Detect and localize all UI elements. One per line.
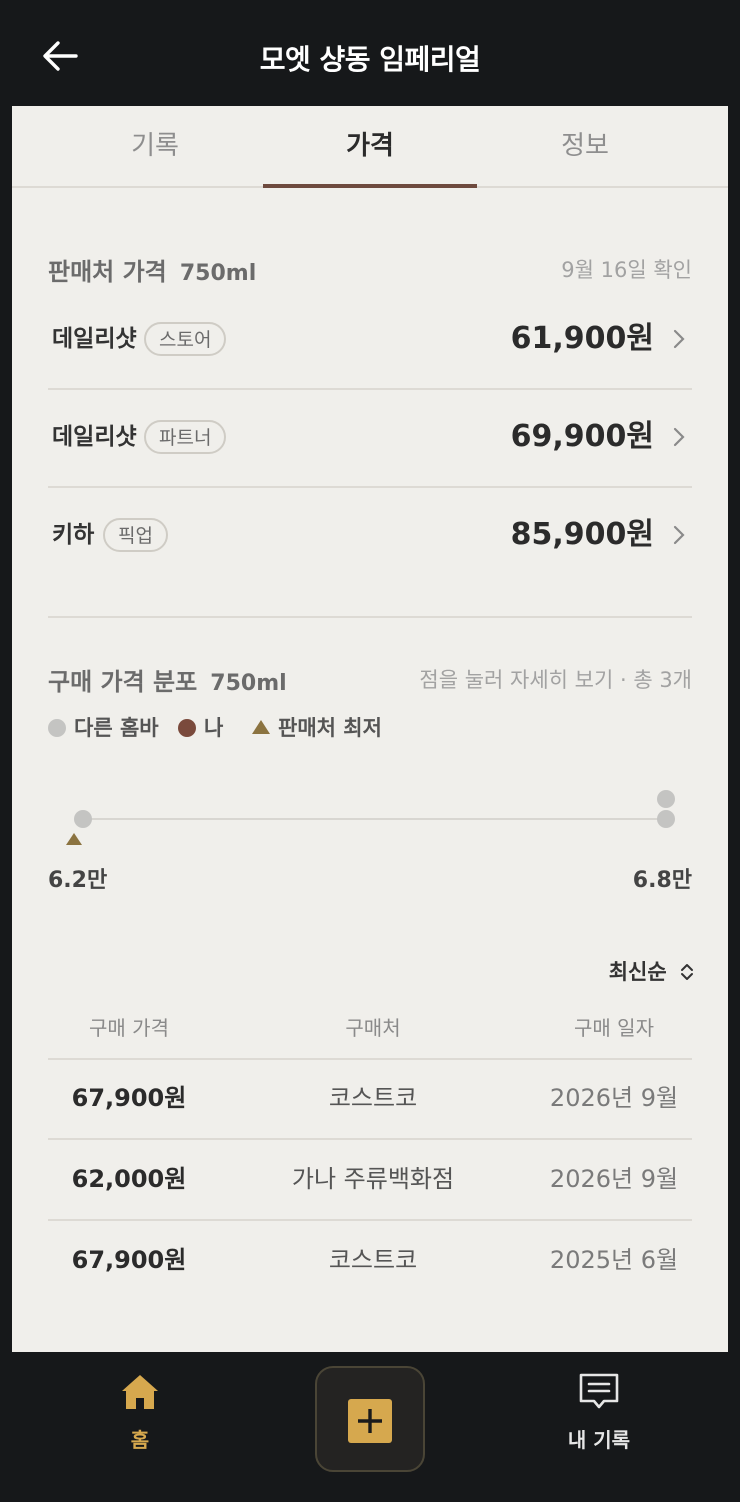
chevron-right-icon xyxy=(673,427,685,447)
seller-section-title: 판매처 가격 xyxy=(48,258,167,286)
nav-home-label: 홈 xyxy=(130,1428,150,1452)
section-divider xyxy=(48,616,692,618)
seller-row[interactable]: 데일리샷 스토어 61,900원 xyxy=(48,290,692,390)
price-checked-date: 9월 16일 확인 xyxy=(561,258,692,282)
main-content: 기록 가격 정보 판매처 가격 750ml 9월 16일 확인 데일리샷 스토어… xyxy=(12,106,728,1352)
tab-bar: 기록 가격 정보 xyxy=(12,106,728,188)
sort-toggle-icon xyxy=(681,964,693,980)
plus-icon xyxy=(348,1399,392,1443)
data-point[interactable] xyxy=(657,810,675,828)
purchase-place: 가나 주류백화점 xyxy=(291,1165,455,1193)
distribution-header: 구매 가격 분포 750ml 점을 눌러 자세히 보기 · 총 3개 xyxy=(48,662,692,697)
sort-button[interactable]: 최신순 xyxy=(609,956,694,986)
tab-info[interactable]: 정보 xyxy=(478,106,692,186)
seller-tag: 픽업 xyxy=(103,518,168,552)
purchase-date: 2026년 9월 xyxy=(549,1165,679,1193)
legend-label-me: 나 xyxy=(204,716,224,740)
col-header-place: 구매처 xyxy=(345,1016,401,1040)
add-record-button[interactable] xyxy=(315,1366,425,1472)
tab-records[interactable]: 기록 xyxy=(48,106,262,186)
nav-my-records-label: 내 기록 xyxy=(567,1428,631,1452)
purchase-price: 62,000원 xyxy=(71,1165,187,1193)
legend-label-others: 다른 홈바 xyxy=(74,716,159,740)
legend-label-lowest: 판매처 최저 xyxy=(278,716,382,740)
chevron-right-icon xyxy=(673,329,685,349)
table-row[interactable]: 67,900원 코스트코 2026년 9월 xyxy=(48,1058,692,1140)
distribution-volume: 750ml xyxy=(210,671,287,696)
bottom-navigation: 홈 내 기록 xyxy=(0,1352,740,1502)
seller-tag: 파트너 xyxy=(144,420,227,454)
data-point[interactable] xyxy=(74,810,92,828)
seller-name: 키하 xyxy=(52,522,95,548)
distribution-hint: 점을 눌러 자세히 보기 · 총 3개 xyxy=(419,668,692,692)
lowest-price-marker xyxy=(66,833,82,845)
purchase-date: 2026년 9월 xyxy=(549,1084,679,1112)
home-icon xyxy=(122,1375,158,1409)
triangle-icon xyxy=(252,720,270,734)
purchase-table-header: 구매 가격 구매처 구매 일자 xyxy=(48,998,692,1060)
legend-dot-others xyxy=(48,719,66,737)
seller-price: 69,900원 xyxy=(510,419,654,454)
col-header-price: 구매 가격 xyxy=(89,1016,169,1040)
purchase-date: 2025년 6월 xyxy=(549,1246,679,1274)
distribution-title: 구매 가격 분포 xyxy=(48,668,198,696)
col-header-date: 구매 일자 xyxy=(574,1016,654,1040)
seller-price-header: 판매처 가격 750ml 9월 16일 확인 xyxy=(48,252,692,287)
tab-price[interactable]: 가격 xyxy=(263,106,477,188)
axis-max-label: 6.8만 xyxy=(632,868,692,893)
legend-lowest: 판매처 최저 xyxy=(252,712,382,742)
message-list-icon xyxy=(579,1373,619,1409)
seller-price: 85,900원 xyxy=(510,517,654,552)
price-distribution-chart xyxy=(66,790,675,845)
purchase-place: 코스트코 xyxy=(328,1246,418,1274)
data-point[interactable] xyxy=(657,790,675,808)
table-row[interactable]: 62,000원 가나 주류백화점 2026년 9월 xyxy=(48,1139,692,1221)
seller-price: 61,900원 xyxy=(510,321,654,356)
seller-name: 데일리샷 xyxy=(52,326,137,352)
chevron-right-icon xyxy=(673,525,685,545)
axis-min-label: 6.2만 xyxy=(48,868,108,893)
nav-my-records[interactable]: 내 기록 xyxy=(509,1372,689,1453)
table-row[interactable]: 67,900원 코스트코 2025년 6월 xyxy=(48,1220,692,1300)
legend-me: 나 xyxy=(178,712,223,742)
page-title: 모엣 샹동 임페리얼 xyxy=(259,43,481,76)
seller-row[interactable]: 키하 픽업 85,900원 xyxy=(48,486,692,584)
seller-tag: 스토어 xyxy=(144,322,227,356)
seller-name: 데일리샷 xyxy=(52,424,137,450)
seller-row[interactable]: 데일리샷 파트너 69,900원 xyxy=(48,388,692,488)
nav-home[interactable]: 홈 xyxy=(50,1372,230,1453)
purchase-price: 67,900원 xyxy=(71,1246,187,1274)
purchase-price: 67,900원 xyxy=(71,1084,187,1112)
seller-section-volume: 750ml xyxy=(179,261,257,286)
sort-label: 최신순 xyxy=(608,960,667,984)
legend-dot-me xyxy=(178,719,196,737)
app-header: 모엣 샹동 임페리얼 xyxy=(0,0,740,106)
legend-others: 다른 홈바 xyxy=(48,712,159,742)
purchase-place: 코스트코 xyxy=(328,1084,418,1112)
